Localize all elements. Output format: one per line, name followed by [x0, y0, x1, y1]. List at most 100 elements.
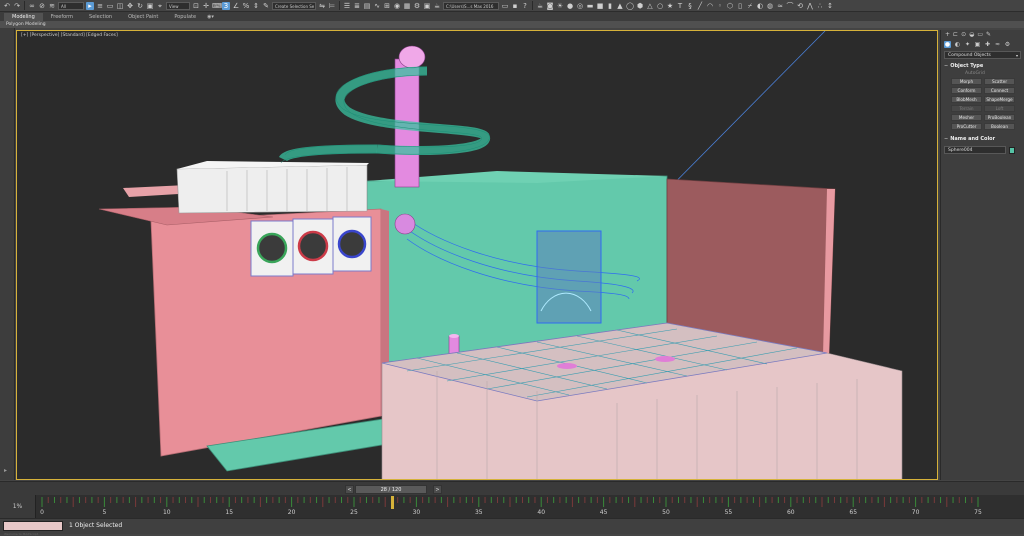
teapot-icon[interactable]: ☕ [536, 2, 544, 10]
display-tab-icon[interactable]: ▭ [977, 30, 983, 39]
rendered-frame-icon[interactable]: ▣ [423, 2, 431, 10]
link-icon[interactable]: ∞ [28, 2, 36, 10]
edit-named-selection-icon[interactable]: ✎ [262, 2, 270, 10]
help-icon[interactable]: ? [521, 2, 529, 10]
rectangle-icon[interactable]: ▯ [736, 2, 744, 10]
project-path-field[interactable]: C:\Users\S...s Max 2016 [443, 1, 499, 10]
torus-icon[interactable]: ◯ [626, 2, 634, 10]
curve-editor-icon[interactable]: ∿ [373, 2, 381, 10]
connect-button[interactable]: Connect [984, 87, 1015, 94]
reference-coordinate-dropdown[interactable]: View [166, 1, 190, 10]
tab-object-paint[interactable]: Object Paint [120, 13, 166, 21]
section-icon[interactable]: ⌿ [746, 2, 754, 10]
move-icon[interactable]: ✥ [126, 2, 134, 10]
folder-icon[interactable]: ▭ [501, 2, 509, 10]
layer-explorer-icon[interactable]: ≣ [353, 2, 361, 10]
prev-frame-button[interactable]: < [345, 485, 354, 494]
cameras-icon[interactable]: ▣ [974, 41, 981, 48]
helpers-icon[interactable]: ✚ [984, 41, 991, 48]
ngon-icon[interactable]: ⬡ [726, 2, 734, 10]
rect-selection-icon[interactable]: ▭ [106, 2, 114, 10]
conform-button[interactable]: Conform [951, 87, 982, 94]
object-name-field[interactable]: Sphere004 [944, 146, 1006, 154]
ribbon-options-icon[interactable]: ◉▾ [204, 13, 217, 21]
plane-icon[interactable]: ▬ [586, 2, 594, 10]
toggle-ribbon-icon[interactable]: ▤ [363, 2, 371, 10]
sphere-icon[interactable]: ● [566, 2, 574, 10]
rotate-icon[interactable]: ↻ [136, 2, 144, 10]
scale-icon[interactable]: ▣ [146, 2, 154, 10]
maxscript-listener-field[interactable] [3, 521, 63, 531]
snap-toggle-icon[interactable]: 3 [222, 1, 230, 10]
track-bar-label[interactable]: 1% [0, 495, 36, 518]
line-icon[interactable]: ╱ [696, 2, 704, 10]
schematic-view-icon[interactable]: ⊞ [383, 2, 391, 10]
keyboard-shortcut-icon[interactable]: ⌨ [212, 2, 222, 10]
tab-modeling[interactable]: Modeling [4, 13, 43, 21]
light-icon[interactable]: ☀ [556, 2, 564, 10]
motion-tab-icon[interactable]: ◒ [969, 30, 974, 39]
object-type-rollout[interactable]: − Object Type [944, 62, 1021, 70]
window-crossing-icon[interactable]: ◫ [116, 2, 124, 10]
autogrid-label[interactable]: AutoGrid [941, 70, 1024, 77]
current-frame-marker[interactable] [391, 496, 394, 509]
named-selection-sets-dropdown[interactable]: Create Selection Se [272, 1, 316, 10]
scatter-button[interactable]: Scatter [984, 78, 1015, 85]
bend-icon[interactable]: ⌒ [786, 2, 794, 10]
material-slate-icon[interactable]: ▦ [403, 2, 411, 10]
tab-selection[interactable]: Selection [81, 13, 120, 21]
taper-icon[interactable]: ⋀ [806, 2, 814, 10]
cylinder-icon[interactable]: ▮ [606, 2, 614, 10]
shapes-icon[interactable]: ◐ [954, 41, 961, 48]
hierarchy-tab-icon[interactable]: ⊙ [961, 30, 966, 39]
pivot-center-icon[interactable]: ⊡ [192, 2, 200, 10]
scene-explorer-icon[interactable]: ☰ [343, 2, 351, 10]
time-slider[interactable]: 28 / 120 [355, 485, 427, 494]
spinner-snap-icon[interactable]: ⇕ [252, 2, 260, 10]
next-frame-button[interactable]: > [433, 485, 442, 494]
egg-icon[interactable]: ◐ [756, 2, 764, 10]
text-shape-icon[interactable]: T [676, 2, 684, 10]
shapemerge-button[interactable]: ShapeMerge [984, 96, 1015, 103]
geosphere-icon[interactable]: ⬢ [636, 2, 644, 10]
camera-icon[interactable]: ◙ [546, 2, 554, 10]
morph-button[interactable]: Morph [951, 78, 982, 85]
spacewarps-icon[interactable]: ≈ [994, 41, 1001, 48]
circle-icon[interactable]: ◦ [716, 2, 724, 10]
tab-populate[interactable]: Populate [166, 13, 204, 21]
angle-snap-icon[interactable]: ∠ [232, 2, 240, 10]
save-icon[interactable]: ▪ [511, 2, 519, 10]
viewport-label[interactable]: [+] [Perspective] [Standard] [Edged Face… [21, 33, 118, 38]
redo-icon[interactable]: ↷ [13, 2, 21, 10]
procutter-button[interactable]: ProCutter [951, 123, 982, 130]
arc-icon[interactable]: ◠ [706, 2, 714, 10]
star-icon[interactable]: ★ [666, 2, 674, 10]
systems-icon[interactable]: ⚙ [1004, 41, 1011, 48]
name-color-rollout[interactable]: − Name and Color [944, 135, 1021, 143]
noise-icon[interactable]: ∴ [816, 2, 824, 10]
utilities-tab-icon[interactable]: ✎ [986, 30, 991, 39]
pyramid-icon[interactable]: △ [646, 2, 654, 10]
category-dropdown[interactable]: Compound Objects ▾ [944, 51, 1021, 59]
place-icon[interactable]: ⌖ [156, 2, 164, 10]
render-setup-icon[interactable]: ⚙ [413, 2, 421, 10]
create-tab-icon[interactable]: + [945, 30, 950, 39]
lights-icon[interactable]: ✦ [964, 41, 971, 48]
stretch-icon[interactable]: ↕ [826, 2, 834, 10]
select-manipulate-icon[interactable]: ✛ [202, 2, 210, 10]
tab-freeform[interactable]: Freeform [43, 13, 81, 21]
tube-icon[interactable]: ◎ [576, 2, 584, 10]
boolean-button[interactable]: Boolean [984, 123, 1015, 130]
proboolean-button[interactable]: ProBoolean [984, 114, 1015, 121]
mirror-icon[interactable]: ⇋ [318, 2, 326, 10]
render-production-icon[interactable]: ☕ [433, 2, 441, 10]
percent-snap-icon[interactable]: % [242, 2, 250, 10]
undo-icon[interactable]: ↶ [3, 2, 11, 10]
modify-tab-icon[interactable]: ⊏ [953, 30, 958, 39]
donut-icon[interactable]: ◍ [766, 2, 774, 10]
align-icon[interactable]: ⊨ [328, 2, 336, 10]
selection-filter-dropdown[interactable]: All [58, 1, 84, 10]
wave-icon[interactable]: ≈ [776, 2, 784, 10]
geometry-icon[interactable]: ● [944, 40, 951, 48]
ribbon-panel-label[interactable]: Polygon Modeling [0, 21, 1024, 28]
